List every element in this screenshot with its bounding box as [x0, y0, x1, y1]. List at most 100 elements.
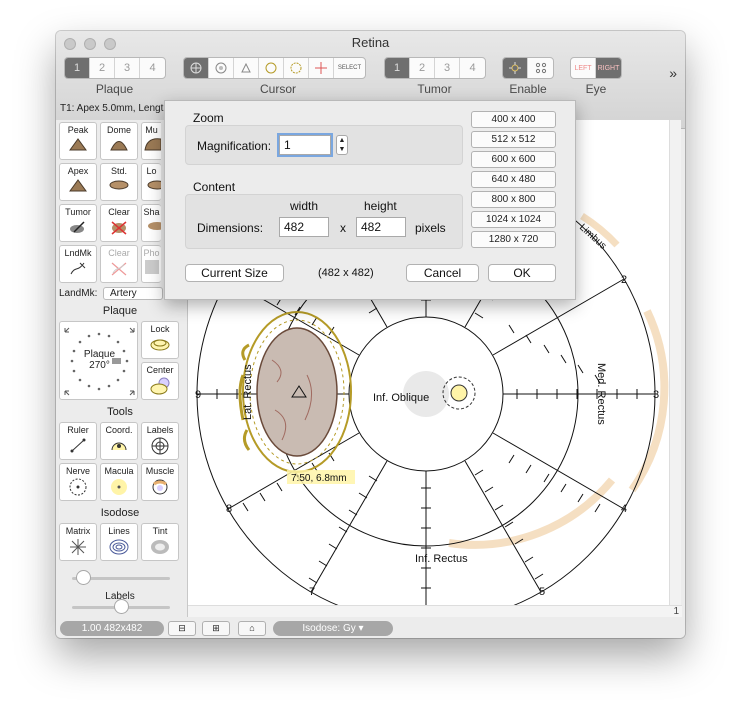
clear-landmark-label: Clear — [108, 248, 130, 258]
photo-button[interactable]: Pho — [141, 245, 161, 283]
matrix-button[interactable]: Matrix — [59, 523, 97, 561]
preset-size-button[interactable]: 1024 x 1024 — [471, 211, 556, 228]
dome-button[interactable]: Dome — [100, 122, 138, 160]
cursor-tool-poi-icon[interactable] — [309, 58, 334, 78]
center-plaque-icon — [150, 377, 170, 395]
cursor-tool-select-icon[interactable] — [184, 58, 209, 78]
muscle-button[interactable]: Muscle — [141, 463, 179, 501]
zoom-status-pill[interactable]: 1.00 482x482 — [60, 621, 164, 636]
apex-label: Apex — [67, 166, 89, 176]
lo-button[interactable]: Lo — [141, 163, 161, 201]
height-input[interactable] — [356, 217, 406, 237]
cursor-tool-move-icon[interactable] — [234, 58, 259, 78]
enable-segmented-control[interactable] — [502, 57, 554, 79]
landmark-button[interactable]: LndMk — [59, 245, 97, 283]
plaque-seg-2[interactable]: 2 — [90, 58, 115, 78]
current-size-button[interactable]: Current Size — [185, 264, 284, 282]
cursor-tool-rotate-icon[interactable] — [209, 58, 234, 78]
tumor-seg-4[interactable]: 4 — [460, 58, 485, 78]
dimensions-label: Dimensions: — [197, 221, 264, 235]
cursor-segmented-control[interactable]: SELECT — [183, 57, 366, 79]
plaque-seg-3[interactable]: 3 — [115, 58, 140, 78]
preset-size-button[interactable]: 1280 x 720 — [471, 231, 556, 248]
toolbar-overflow-chevron-icon[interactable]: » — [669, 65, 677, 81]
enable-grid-icon[interactable] — [528, 58, 553, 78]
coord-button[interactable]: Coord. — [100, 422, 138, 460]
lines-button[interactable]: Lines — [100, 523, 138, 561]
tumor-segmented-control[interactable]: 1 2 3 4 — [384, 57, 486, 79]
isodose-slider-thumb[interactable] — [76, 570, 91, 585]
muscle-icon — [152, 479, 168, 495]
tint-button[interactable]: Tint — [141, 523, 179, 561]
isodose-units-select[interactable]: Isodose: Gy ▾ — [273, 621, 393, 636]
home-button[interactable]: ⌂ — [238, 621, 266, 636]
eye-left-button[interactable]: LEFT — [571, 58, 596, 78]
tumor-seg-2[interactable]: 2 — [410, 58, 435, 78]
plaque-rotate-widget[interactable]: Plaque 270° — [59, 321, 138, 400]
dome-label: Dome — [106, 125, 131, 135]
cursor-tool-seeds-icon[interactable] — [284, 58, 309, 78]
horizontal-scrollbar[interactable] — [188, 605, 682, 617]
preset-size-button[interactable]: 640 x 480 — [471, 171, 556, 188]
ruler-icon — [70, 438, 86, 453]
zoom-out-button[interactable]: ⊟ — [168, 621, 196, 636]
center-button[interactable]: Center — [141, 362, 179, 400]
eye-group-label: Eye — [585, 82, 607, 96]
preset-size-button[interactable]: 600 x 600 — [471, 151, 556, 168]
mushroom-button[interactable]: Mu — [141, 122, 161, 160]
preset-size-button[interactable]: 512 x 512 — [471, 131, 556, 148]
labels-button[interactable]: Labels — [141, 422, 179, 460]
plaque-seg-4[interactable]: 4 — [140, 58, 165, 78]
zoom-section-title: Zoom — [193, 111, 224, 125]
std-button[interactable]: Std. — [100, 163, 138, 201]
ruler-button[interactable]: Ruler — [59, 422, 97, 460]
lo-tumor-icon — [147, 180, 161, 190]
vertical-scrollbar[interactable] — [669, 120, 681, 617]
cursor-tool-plaque-icon[interactable] — [259, 58, 284, 78]
coord-icon — [111, 442, 127, 451]
zoom-in-button[interactable]: ⊞ — [202, 621, 230, 636]
content-section-title: Content — [193, 180, 236, 194]
coord-label: Coord. — [105, 425, 133, 435]
dose-band-bottom — [448, 477, 616, 549]
magnification-input[interactable] — [277, 133, 333, 157]
landmark-label: LndMk — [64, 248, 92, 258]
tumor-seg-3[interactable]: 3 — [435, 58, 460, 78]
clear-tumor-button[interactable]: Clear — [100, 204, 138, 242]
enable-marker-icon[interactable] — [503, 58, 528, 78]
current-size-readout: (482 x 482) — [318, 267, 374, 279]
clock-4: 4 — [621, 503, 627, 515]
apex-tumor-icon — [69, 179, 87, 192]
plaque-group-label: Plaque — [95, 82, 134, 96]
ok-button[interactable]: OK — [488, 264, 556, 282]
mushroom-tumor-icon — [143, 138, 161, 151]
cursor-tool-select-label[interactable]: SELECT — [334, 58, 365, 78]
labels-slider-thumb[interactable] — [114, 599, 129, 614]
macula-marker[interactable] — [450, 384, 468, 402]
plaque-segmented-control[interactable]: 1 2 3 4 — [64, 57, 166, 79]
lock-button[interactable]: Lock — [141, 321, 179, 359]
tumor-seg-1[interactable]: 1 — [385, 58, 410, 78]
magnification-stepper[interactable]: ▲ ▼ — [336, 135, 348, 155]
landmark-type-select[interactable]: Artery — [103, 287, 163, 300]
tint-label: Tint — [152, 526, 168, 536]
eye-segmented-control[interactable]: LEFT RIGHT — [570, 57, 622, 79]
peak-button[interactable]: Peak — [59, 122, 97, 160]
clear-tumor-icon — [111, 221, 127, 235]
shape-button[interactable]: Sha — [141, 204, 161, 242]
macula-button[interactable]: Macula — [100, 463, 138, 501]
tumor-button[interactable]: Tumor — [59, 204, 97, 242]
isodose-dropdown-chevron-icon: ▾ — [358, 623, 364, 634]
cancel-button[interactable]: Cancel — [406, 264, 479, 282]
preset-size-button[interactable]: 800 x 800 — [471, 191, 556, 208]
nerve-button[interactable]: Nerve — [59, 463, 97, 501]
mushroom-label: Mu — [145, 125, 158, 135]
eye-right-button[interactable]: RIGHT — [596, 58, 621, 78]
apex-button[interactable]: Apex — [59, 163, 97, 201]
clear-landmark-button[interactable]: Clear — [100, 245, 138, 283]
plaque-seg-1[interactable]: 1 — [65, 58, 90, 78]
width-input[interactable] — [279, 217, 329, 237]
dimension-times-sign: x — [340, 221, 346, 235]
tumor-outline[interactable] — [256, 327, 338, 457]
preset-size-button[interactable]: 400 x 400 — [471, 111, 556, 128]
